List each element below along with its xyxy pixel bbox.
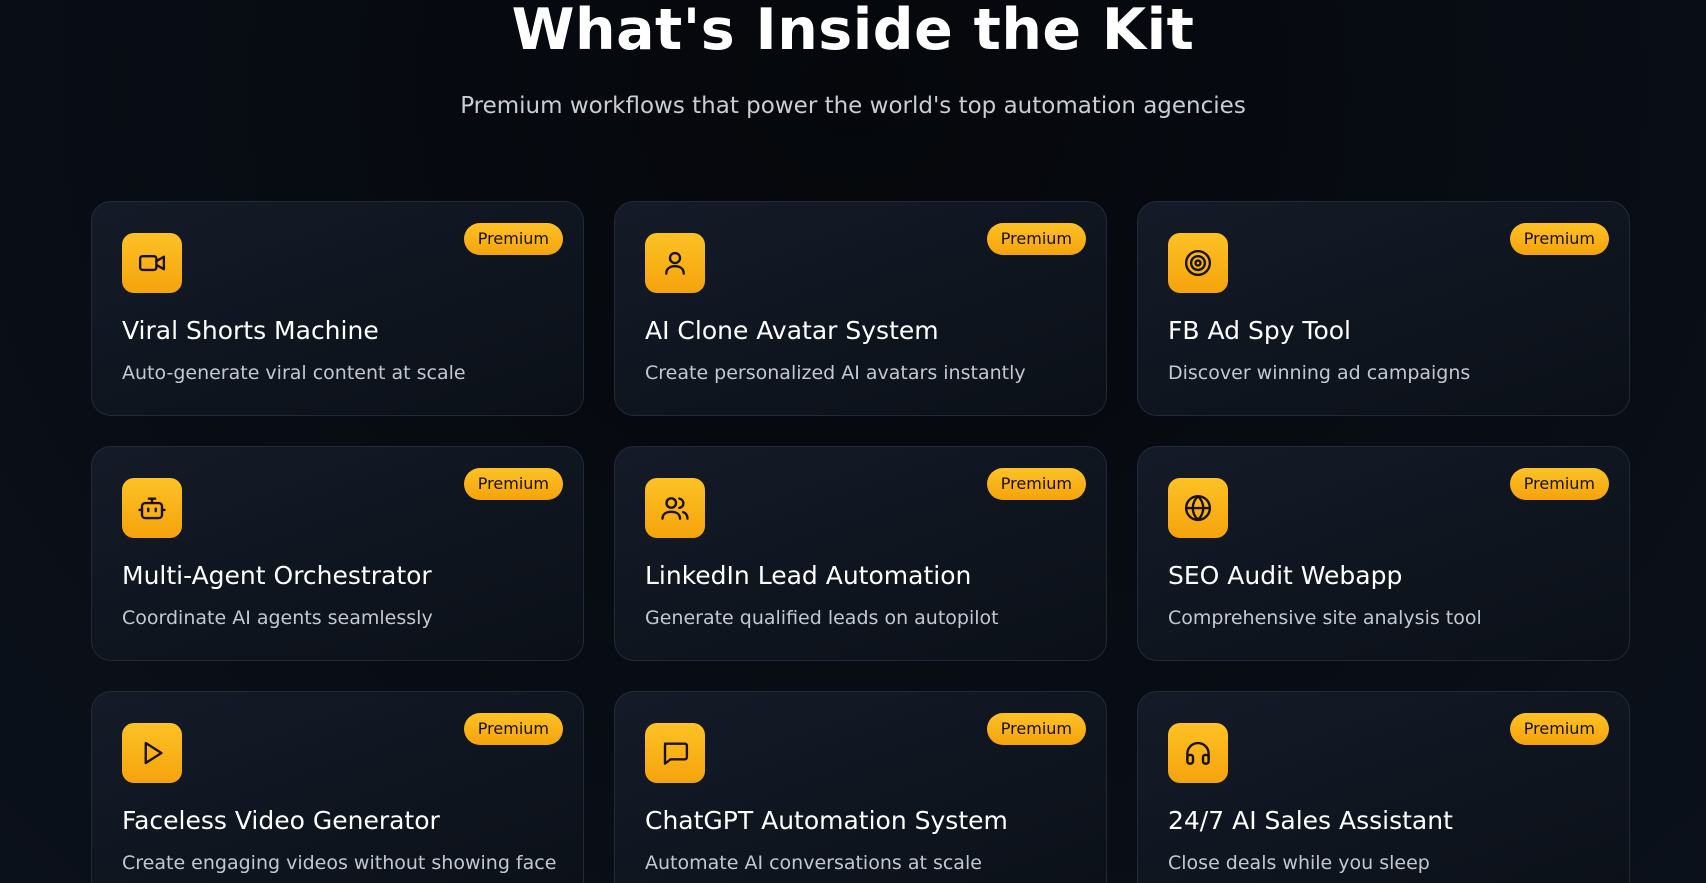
- video-camera-icon: [122, 233, 182, 293]
- premium-badge: Premium: [1509, 713, 1609, 745]
- premium-badge: Premium: [986, 713, 1086, 745]
- section-title: What's Inside the Kit: [511, 0, 1195, 63]
- premium-badge: Premium: [986, 223, 1086, 255]
- target-icon: [1168, 233, 1228, 293]
- card-description: Automate AI conversations at scale: [645, 852, 982, 874]
- feature-card-fb-ad-spy-tool[interactable]: Premium FB Ad Spy Tool Discover winning …: [1137, 201, 1630, 416]
- card-title: FB Ad Spy Tool: [1168, 316, 1351, 345]
- feature-card-linkedin-lead-automation[interactable]: Premium LinkedIn Lead Automation Generat…: [614, 446, 1107, 661]
- premium-badge: Premium: [1509, 223, 1609, 255]
- premium-badge: Premium: [463, 713, 563, 745]
- card-title: 24/7 AI Sales Assistant: [1168, 806, 1453, 835]
- card-description: Discover winning ad campaigns: [1168, 362, 1471, 384]
- card-description: Comprehensive site analysis tool: [1168, 607, 1482, 629]
- feature-grid: Premium Viral Shorts Machine Auto-genera…: [91, 201, 1631, 883]
- users-icon: [645, 478, 705, 538]
- premium-badge: Premium: [1509, 468, 1609, 500]
- feature-card-24-7-ai-sales-assistant[interactable]: Premium 24/7 AI Sales Assistant Close de…: [1137, 691, 1630, 883]
- card-description: Generate qualified leads on autopilot: [645, 607, 999, 629]
- chat-bubble-icon: [645, 723, 705, 783]
- card-title: LinkedIn Lead Automation: [645, 561, 972, 590]
- feature-card-chatgpt-automation-system[interactable]: Premium ChatGPT Automation System Automa…: [614, 691, 1107, 883]
- premium-badge: Premium: [463, 468, 563, 500]
- card-description: Create personalized AI avatars instantly: [645, 362, 1026, 384]
- card-title: AI Clone Avatar System: [645, 316, 939, 345]
- card-description: Coordinate AI agents seamlessly: [122, 607, 433, 629]
- premium-badge: Premium: [463, 223, 563, 255]
- user-icon: [645, 233, 705, 293]
- premium-badge: Premium: [986, 468, 1086, 500]
- headphones-icon: [1168, 723, 1228, 783]
- play-icon: [122, 723, 182, 783]
- feature-card-seo-audit-webapp[interactable]: Premium SEO Audit Webapp Comprehensive s…: [1137, 446, 1630, 661]
- feature-card-viral-shorts-machine[interactable]: Premium Viral Shorts Machine Auto-genera…: [91, 201, 584, 416]
- feature-card-multi-agent-orchestrator[interactable]: Premium Multi-Agent Orchestrator Coordin…: [91, 446, 584, 661]
- card-title: ChatGPT Automation System: [645, 806, 1008, 835]
- robot-icon: [122, 478, 182, 538]
- card-title: SEO Audit Webapp: [1168, 561, 1403, 590]
- whats-inside-section: What's Inside the Kit Premium workflows …: [0, 0, 1706, 883]
- feature-card-faceless-video-generator[interactable]: Premium Faceless Video Generator Create …: [91, 691, 584, 883]
- card-description: Auto-generate viral content at scale: [122, 362, 466, 384]
- card-title: Multi-Agent Orchestrator: [122, 561, 432, 590]
- feature-card-ai-clone-avatar-system[interactable]: Premium AI Clone Avatar System Create pe…: [614, 201, 1107, 416]
- card-title: Viral Shorts Machine: [122, 316, 379, 345]
- card-description: Close deals while you sleep: [1168, 852, 1430, 874]
- globe-icon: [1168, 478, 1228, 538]
- section-subtitle: Premium workflows that power the world's…: [460, 93, 1246, 119]
- card-title: Faceless Video Generator: [122, 806, 440, 835]
- card-description: Create engaging videos without showing f…: [122, 852, 557, 874]
